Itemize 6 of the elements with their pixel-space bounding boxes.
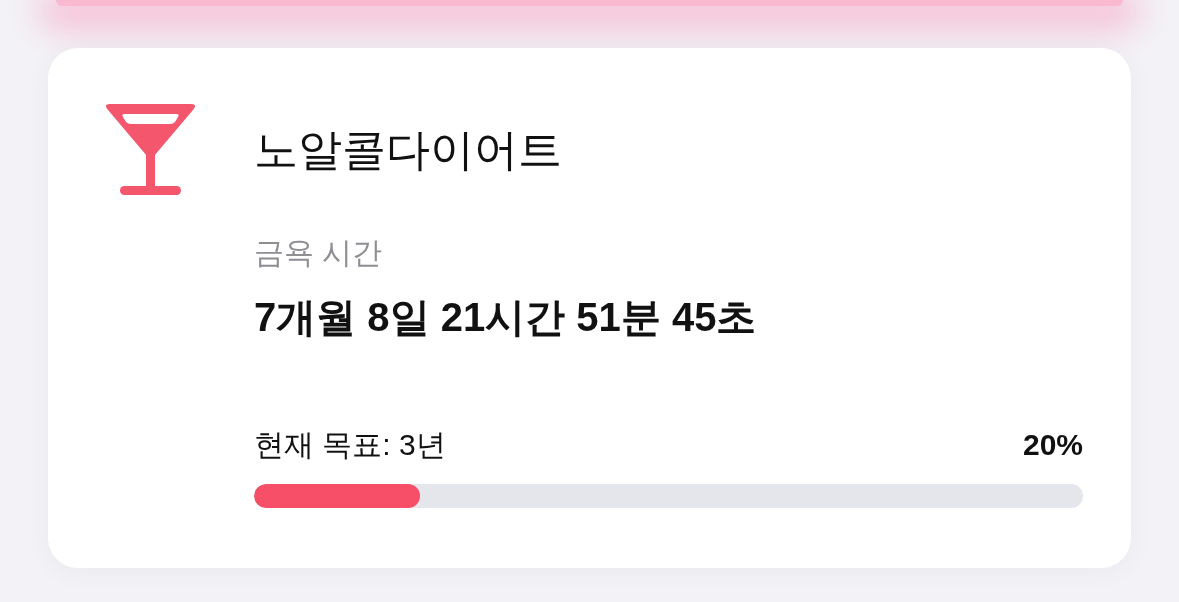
progress-percent: 20% <box>1022 427 1083 463</box>
card-title: 노알콜다이어트 <box>254 124 563 176</box>
elapsed-label: 금욕 시간 <box>254 235 384 271</box>
goal-label: 현재 목표: 3년 <box>254 427 446 463</box>
elapsed-time: 7개월 8일 21시간 51분 45초 <box>254 294 758 341</box>
cocktail-glass-icon <box>105 104 196 195</box>
